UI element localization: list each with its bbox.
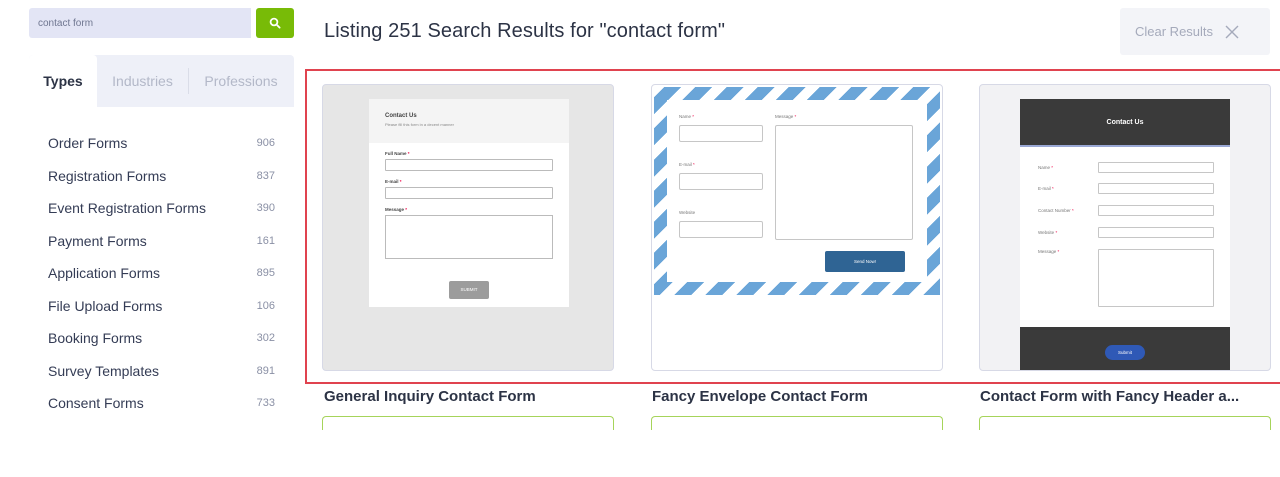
category-count: 161	[256, 234, 275, 247]
category-count: 390	[256, 202, 275, 215]
form-preview-field	[1098, 205, 1214, 216]
template-preview-fancy-envelope[interactable]: Name * E-mail * Website Message * Send N…	[651, 84, 943, 371]
category-label: Event Registration Forms	[48, 200, 206, 217]
category-label: Payment Forms	[48, 232, 147, 249]
form-preview-subheading: Please fill this form in a decent manner	[385, 122, 454, 127]
use-template-button[interactable]	[651, 416, 943, 430]
template-title[interactable]: General Inquiry Contact Form	[324, 388, 536, 405]
use-template-button[interactable]	[979, 416, 1271, 430]
category-count: 302	[256, 332, 275, 345]
category-item-booking-forms[interactable]: Booking Forms 302	[29, 322, 294, 355]
category-label: Survey Templates	[48, 362, 160, 379]
category-label: Order Forms	[48, 135, 128, 152]
template-title[interactable]: Fancy Envelope Contact Form	[652, 388, 868, 405]
form-preview: Name * E-mail * Website Message * Send N…	[667, 100, 927, 282]
clear-results-button[interactable]: Clear Results	[1120, 8, 1270, 55]
form-preview-textarea	[775, 125, 913, 240]
category-count: 106	[256, 299, 275, 312]
form-preview-field-label: E-mail *	[1038, 186, 1054, 191]
form-preview-field	[1098, 183, 1214, 194]
use-template-button[interactable]	[322, 416, 614, 430]
category-count: 895	[256, 267, 275, 280]
form-preview-row: Name *	[1038, 162, 1214, 173]
category-count: 837	[256, 169, 275, 182]
form-preview-submit: Send Now!	[825, 251, 905, 272]
form-preview-heading: Contact Us	[1020, 99, 1230, 147]
category-sidebar: Types Industries Professions Order Forms…	[29, 55, 294, 425]
form-preview-field	[679, 221, 763, 238]
form-preview-field-label: Name *	[1038, 165, 1054, 170]
form-preview-field-label: Message *	[1038, 249, 1060, 254]
category-label: Consent Forms	[48, 395, 144, 412]
form-preview-field-label: E-mail *	[679, 162, 695, 167]
form-preview-submit: Submit	[1105, 345, 1145, 360]
tab-types[interactable]: Types	[29, 55, 97, 107]
search-button[interactable]	[256, 8, 294, 38]
form-preview-submit: SUBMIT	[449, 281, 489, 299]
category-item-survey-templates[interactable]: Survey Templates 891	[29, 355, 294, 388]
form-preview-footer: Submit	[1020, 323, 1230, 370]
category-item-event-registration-forms[interactable]: Event Registration Forms 390	[29, 192, 294, 225]
category-tabs: Types Industries Professions	[29, 55, 294, 107]
form-preview-field	[1098, 227, 1214, 238]
form-preview-header: Contact Us Please fill this form in a de…	[369, 99, 569, 143]
category-item-file-upload-forms[interactable]: File Upload Forms 106	[29, 290, 294, 323]
category-label: Booking Forms	[48, 330, 143, 347]
template-preview-general-inquiry[interactable]: Contact Us Please fill this form in a de…	[322, 84, 614, 371]
form-preview-heading: Contact Us	[385, 113, 417, 119]
form-preview-row: E-mail *	[1038, 183, 1214, 194]
form-preview-field-label: Full Name *	[385, 151, 410, 156]
template-title[interactable]: Contact Form with Fancy Header a...	[980, 388, 1239, 405]
form-preview-row: Message *	[1038, 249, 1214, 307]
tab-industries[interactable]: Industries	[97, 68, 189, 94]
close-icon	[1225, 25, 1239, 38]
form-preview-row: Contact Number *	[1038, 205, 1214, 216]
category-item-order-forms[interactable]: Order Forms 906	[29, 127, 294, 160]
category-item-registration-forms[interactable]: Registration Forms 837	[29, 160, 294, 193]
search-input[interactable]	[29, 8, 251, 38]
form-preview-row: Website *	[1038, 227, 1214, 238]
search-bar	[29, 8, 294, 38]
form-preview: Contact Us Please fill this form in a de…	[369, 99, 569, 307]
category-item-payment-forms[interactable]: Payment Forms 161	[29, 225, 294, 258]
form-preview-field-label: Name *	[679, 114, 695, 119]
form-preview: Contact Us Name * E-mail * Contact Numbe…	[1020, 99, 1230, 370]
category-count: 891	[256, 364, 275, 377]
clear-results-label: Clear Results	[1135, 24, 1214, 39]
form-preview-field-label: Message *	[385, 207, 408, 212]
category-label: Registration Forms	[48, 167, 167, 184]
results-title: Listing 251 Search Results for "contact …	[324, 20, 726, 42]
tab-professions[interactable]: Professions	[189, 55, 293, 107]
category-item-application-forms[interactable]: Application Forms 895	[29, 257, 294, 290]
form-preview-field	[385, 187, 553, 199]
category-item-consent-forms[interactable]: Consent Forms 733	[29, 387, 294, 420]
form-preview-field-label: E-mail *	[385, 179, 402, 184]
envelope-border: Name * E-mail * Website Message * Send N…	[654, 87, 940, 295]
category-count: 733	[256, 397, 275, 410]
form-preview-field-label: Message *	[775, 114, 797, 119]
form-preview-field	[679, 125, 763, 142]
zigzag-edge	[1020, 323, 1230, 328]
search-icon	[269, 17, 281, 29]
category-count: 906	[256, 137, 275, 150]
form-preview-field-label: Website *	[1038, 230, 1058, 235]
form-preview-textarea	[385, 215, 553, 259]
template-preview-fancy-header[interactable]: Contact Us Name * E-mail * Contact Numbe…	[979, 84, 1271, 371]
category-label: Application Forms	[48, 265, 161, 282]
form-preview-field-label: Website	[679, 210, 696, 215]
form-preview-field	[1098, 162, 1214, 173]
form-preview-field	[385, 159, 553, 171]
category-label: File Upload Forms	[48, 297, 163, 314]
form-preview-textarea	[1098, 249, 1214, 307]
form-preview-field-label: Contact Number *	[1038, 208, 1074, 213]
form-preview-field	[679, 173, 763, 190]
category-list: Order Forms 906 Registration Forms 837 E…	[29, 107, 294, 420]
